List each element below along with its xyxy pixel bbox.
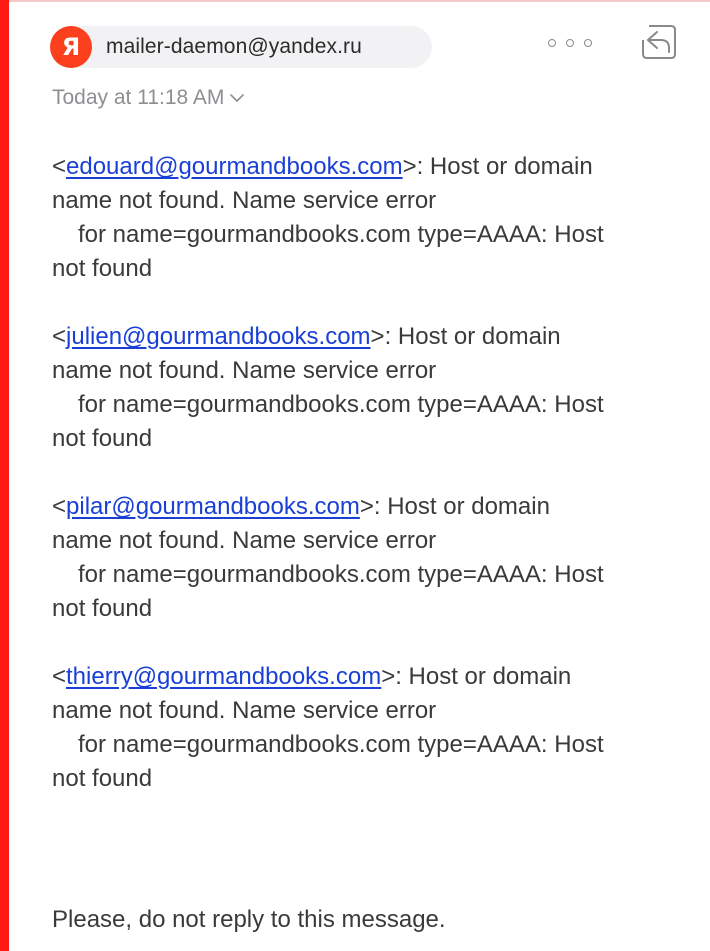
more-horizontal-icon[interactable] xyxy=(548,32,592,54)
error-suffix: >: Host or domain xyxy=(370,323,561,350)
error-suffix: >: Host or domain xyxy=(359,493,550,520)
more-dot xyxy=(548,39,556,47)
sender-email: mailer-daemon@yandex.ru xyxy=(106,35,362,58)
more-dot xyxy=(584,39,592,47)
error-line-4: not found xyxy=(52,255,153,282)
error-block: <pilar@gourmandbooks.com>: Host or domai… xyxy=(52,490,692,626)
footer-note: Please, do not reply to this message. xyxy=(52,906,446,933)
error-block: <julien@gourmandbooks.com>: Host or doma… xyxy=(52,320,692,456)
sender-chip[interactable]: Я mailer-daemon@yandex.ru xyxy=(50,26,432,68)
email-link-julien[interactable]: julien@gourmandbooks.com xyxy=(66,323,371,350)
date-label: Today at 11:18 AM xyxy=(52,86,225,109)
error-line-4: not found xyxy=(52,595,153,622)
error-line-2: name not found. Name service error xyxy=(52,357,437,384)
error-line-3: for name=gourmandbooks.com type=AAAA: Ho… xyxy=(78,731,604,758)
message-body: <edouard@gourmandbooks.com>: Host or dom… xyxy=(52,150,692,830)
bracket: < xyxy=(52,663,67,690)
more-dot xyxy=(566,39,574,47)
error-line-2: name not found. Name service error xyxy=(52,527,437,554)
error-line-4: not found xyxy=(52,425,153,452)
error-block: <edouard@gourmandbooks.com>: Host or dom… xyxy=(52,150,692,286)
date-dropdown[interactable]: Today at 11:18 AM xyxy=(52,86,245,110)
email-link-thierry[interactable]: thierry@gourmandbooks.com xyxy=(66,663,381,690)
error-line-4: not found xyxy=(52,765,153,792)
error-line-3: for name=gourmandbooks.com type=AAAA: Ho… xyxy=(78,561,604,588)
email-link-edouard[interactable]: edouard@gourmandbooks.com xyxy=(66,153,403,180)
chevron-down-icon xyxy=(230,94,245,102)
error-line-1: <julien@gourmandbooks.com>: Host or doma… xyxy=(52,320,692,354)
top-divider xyxy=(9,0,710,2)
error-block: <thierry@gourmandbooks.com>: Host or dom… xyxy=(52,660,692,796)
email-link-pilar[interactable]: pilar@gourmandbooks.com xyxy=(66,493,360,520)
bracket: < xyxy=(52,153,67,180)
reply-icon[interactable] xyxy=(639,22,679,62)
bracket: < xyxy=(52,323,67,350)
error-line-2: name not found. Name service error xyxy=(52,697,437,724)
bracket: < xyxy=(52,493,67,520)
error-line-2: name not found. Name service error xyxy=(52,187,437,214)
yandex-logo-icon: Я xyxy=(50,26,92,68)
left-accent-bar xyxy=(0,0,9,951)
error-line-1: <edouard@gourmandbooks.com>: Host or dom… xyxy=(52,150,692,184)
error-suffix: >: Host or domain xyxy=(402,153,593,180)
error-line-3: for name=gourmandbooks.com type=AAAA: Ho… xyxy=(78,391,604,418)
error-line-3: for name=gourmandbooks.com type=AAAA: Ho… xyxy=(78,221,604,248)
error-line-1: <pilar@gourmandbooks.com>: Host or domai… xyxy=(52,490,692,524)
error-line-1: <thierry@gourmandbooks.com>: Host or dom… xyxy=(52,660,692,694)
error-suffix: >: Host or domain xyxy=(381,663,572,690)
